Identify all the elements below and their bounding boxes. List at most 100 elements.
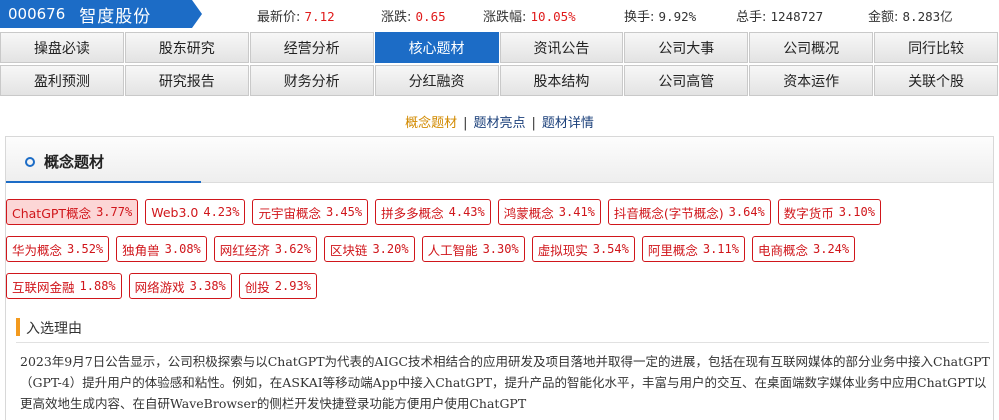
concept-tag-name: 抖音概念(字节概念) bbox=[613, 205, 724, 221]
concept-tag[interactable]: 独角兽 3.08% bbox=[116, 236, 207, 262]
reason-divider bbox=[16, 342, 989, 343]
nav-button[interactable]: 经营分析 bbox=[249, 32, 374, 63]
subtab-details[interactable]: 题材详情 bbox=[542, 116, 594, 131]
concept-tag[interactable]: 网红经济 3.62% bbox=[213, 236, 317, 262]
concept-tag[interactable]: 区块链 3.20% bbox=[323, 236, 415, 262]
quote-field: 涨跌: 0.65 bbox=[381, 6, 446, 25]
concept-tag-name: 网红经济 bbox=[219, 242, 270, 258]
concept-tag-name: 区块链 bbox=[329, 242, 368, 258]
concept-tag-name: 互联网金融 bbox=[12, 279, 75, 295]
concept-tag-name: 数字货币 bbox=[783, 205, 834, 221]
concept-tag-name: 创投 bbox=[244, 279, 270, 295]
concept-tag-change: 3.11% bbox=[702, 242, 739, 256]
nav-button[interactable]: 公司概况 bbox=[749, 32, 874, 63]
quote-header: 000676 智度股份 最新价: 7.12 涨跌: 0.65 涨跌幅: 10.05%… bbox=[0, 0, 999, 30]
quote-field: 金额: 8.283亿 bbox=[868, 6, 953, 25]
concept-tag-name: 虚拟现实 bbox=[537, 242, 588, 258]
quote-value: 7.12 bbox=[304, 9, 335, 24]
reason-marker-bar bbox=[16, 318, 20, 336]
concept-tag[interactable]: 华为概念 3.52% bbox=[6, 236, 110, 262]
nav-row-1: 操盘必读 股东研究 经营分析 核心题材 资讯公告 公司大事 公司概况 同行比较 bbox=[0, 32, 999, 63]
concept-tag[interactable]: ChatGPT概念 3.77% bbox=[6, 199, 139, 225]
concept-tag-change: 3.10% bbox=[838, 205, 875, 219]
concept-tag-change: 3.52% bbox=[67, 242, 104, 256]
concept-tag-change: 3.24% bbox=[813, 242, 850, 256]
tag-row: 互联网金融 1.88% 网络游戏 3.38% 创投 2.93% bbox=[6, 273, 993, 299]
concept-tags: ChatGPT概念 3.77% Web3.0 4.23% 元宇宙概念 3.45% 拼多多概念… bbox=[6, 199, 993, 310]
quote-value: 10.05% bbox=[530, 9, 576, 24]
quote-label: 金额: bbox=[868, 10, 899, 25]
nav-button[interactable]: 公司大事 bbox=[624, 32, 749, 63]
concept-tag[interactable]: 抖音概念(字节概念) 3.64% bbox=[607, 199, 771, 225]
concept-tag[interactable]: 创投 2.93% bbox=[238, 273, 317, 299]
panel-title-underline bbox=[6, 181, 201, 183]
concept-tag-name: 电商概念 bbox=[757, 242, 808, 258]
concept-tag[interactable]: 虚拟现实 3.54% bbox=[531, 236, 635, 262]
nav-button[interactable]: 研究报告 bbox=[124, 65, 249, 96]
quote-field: 换手: 9.92% bbox=[624, 6, 696, 25]
section-nav: 操盘必读 股东研究 经营分析 核心题材 资讯公告 公司大事 公司概况 同行比较 盈利预测 研究报… bbox=[0, 32, 999, 98]
concept-tag-name: 人工智能 bbox=[427, 242, 478, 258]
subtab-concepts[interactable]: 概念题材 bbox=[405, 116, 457, 131]
concept-tag-change: 3.54% bbox=[592, 242, 629, 256]
stock-badge: 000676 智度股份 bbox=[0, 0, 202, 28]
quote-label: 总手: bbox=[736, 10, 767, 25]
nav-row-2: 盈利预测 研究报告 财务分析 分红融资 股本结构 公司高管 资本运作 关联个股 bbox=[0, 65, 999, 96]
quote-value: 0.65 bbox=[415, 9, 446, 24]
nav-button[interactable]: 公司高管 bbox=[624, 65, 749, 96]
quote-field: 总手: 1248727 bbox=[736, 6, 823, 25]
nav-button[interactable]: 关联个股 bbox=[874, 65, 998, 96]
quote-field: 涨跌幅: 10.05% bbox=[483, 6, 576, 25]
subtab-highlights[interactable]: 题材亮点 bbox=[473, 116, 525, 131]
concept-tag-change: 3.45% bbox=[325, 205, 363, 219]
concept-tag[interactable]: 数字货币 3.10% bbox=[777, 199, 881, 225]
concept-tag-change: 3.38% bbox=[189, 279, 226, 293]
reason-text: 2023年9月7日公告显示，公司积极探索与以ChatGPT为代表的AIGC技术相… bbox=[20, 354, 990, 411]
quote-value: 1248727 bbox=[770, 9, 824, 24]
quote-label: 换手: bbox=[624, 10, 655, 25]
nav-button[interactable]: 股东研究 bbox=[124, 32, 249, 63]
concept-tag-change: 3.41% bbox=[558, 205, 595, 219]
concept-tag-change: 3.77% bbox=[96, 205, 133, 219]
nav-button[interactable]: 股本结构 bbox=[499, 65, 624, 96]
panel-title: 概念题材 bbox=[44, 153, 105, 171]
sub-tabs: 概念题材 | 题材亮点 | 题材详情 bbox=[405, 116, 594, 131]
quote-label: 涨跌: bbox=[381, 10, 412, 25]
quote-label: 涨跌幅: bbox=[483, 10, 527, 25]
concept-tag[interactable]: 电商概念 3.24% bbox=[751, 236, 856, 262]
concept-tag-name: 鸿蒙概念 bbox=[503, 205, 554, 221]
quote-label: 最新价: bbox=[257, 10, 301, 25]
nav-button[interactable]: 资本运作 bbox=[749, 65, 874, 96]
reason-title: 入选理由 bbox=[26, 321, 82, 337]
concept-tag-name: 拼多多概念 bbox=[381, 205, 444, 221]
nav-button[interactable]: 盈利预测 bbox=[0, 65, 124, 96]
concept-tag-change: 3.30% bbox=[482, 242, 519, 256]
concept-tag[interactable]: 阿里概念 3.11% bbox=[641, 236, 745, 262]
tag-row: 华为概念 3.52% 独角兽 3.08% 网红经济 3.62% 区块链 3.20% 人工智能 3.… bbox=[6, 236, 993, 262]
nav-button[interactable]: 操盘必读 bbox=[0, 32, 124, 63]
concept-tag[interactable]: 拼多多概念 4.43% bbox=[375, 199, 491, 225]
nav-button[interactable]: 分红融资 bbox=[374, 65, 499, 96]
panel-header: 概念题材 bbox=[6, 137, 993, 183]
concept-tag[interactable]: 互联网金融 1.88% bbox=[6, 273, 122, 299]
concept-tag-change: 1.88% bbox=[79, 279, 116, 293]
concept-tag-name: 华为概念 bbox=[12, 242, 63, 258]
concept-tag[interactable]: 网络游戏 3.38% bbox=[128, 273, 232, 299]
concept-tag[interactable]: 鸿蒙概念 3.41% bbox=[497, 199, 601, 225]
concept-tag-change: 4.43% bbox=[448, 205, 485, 219]
concept-tag[interactable]: 元宇宙概念 3.45% bbox=[252, 199, 369, 225]
nav-button[interactable]: 资讯公告 bbox=[499, 32, 624, 63]
nav-button[interactable]: 同行比较 bbox=[874, 32, 998, 63]
concept-tag-name: 元宇宙概念 bbox=[258, 205, 321, 221]
nav-button[interactable]: 核心题材 bbox=[374, 32, 499, 63]
quote-value: 9.92% bbox=[658, 9, 697, 24]
concept-tag[interactable]: Web3.0 4.23% bbox=[145, 199, 246, 225]
concept-tag-change: 4.23% bbox=[203, 205, 240, 219]
tag-row: ChatGPT概念 3.77% Web3.0 4.23% 元宇宙概念 3.45% 拼多多概念… bbox=[6, 199, 993, 225]
nav-button[interactable]: 财务分析 bbox=[249, 65, 374, 96]
concept-tag[interactable]: 人工智能 3.30% bbox=[421, 236, 525, 262]
concept-tag-name: 阿里概念 bbox=[647, 242, 698, 258]
concept-tag-change: 3.64% bbox=[728, 205, 765, 219]
stock-name: 智度股份 bbox=[79, 6, 152, 27]
circle-bullet-icon bbox=[25, 157, 35, 167]
